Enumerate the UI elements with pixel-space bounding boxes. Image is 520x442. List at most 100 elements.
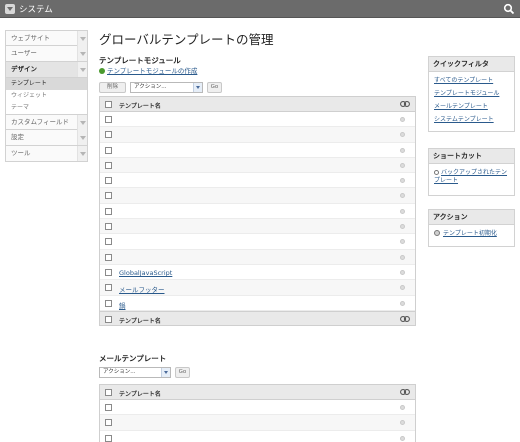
- select-all-checkbox[interactable]: [105, 315, 112, 323]
- sidebar-subitem-templates[interactable]: テンプレート: [5, 78, 88, 90]
- row-checkbox[interactable]: [105, 146, 112, 154]
- row-checkbox[interactable]: [105, 434, 112, 442]
- add-icon: [99, 68, 105, 74]
- table-row: [100, 400, 415, 416]
- table-row: [100, 112, 415, 128]
- status-dot-icon: [400, 208, 405, 214]
- row-checkbox[interactable]: [105, 207, 112, 215]
- action-select-value: アクション...: [134, 84, 167, 90]
- reset-templates-link[interactable]: テンプレート初期化: [429, 230, 514, 238]
- row-checkbox[interactable]: [105, 116, 112, 123]
- column-header-template-name: テンプレート名: [119, 391, 161, 398]
- status-dot-icon: [400, 178, 405, 184]
- table-row: メールフッター: [100, 280, 415, 296]
- status-dot-icon: [400, 420, 405, 426]
- backup-templates-label: バックアップされたテンプレート: [434, 169, 508, 184]
- sidebar-item-label: ウェブサイト: [11, 34, 50, 42]
- status-dot-icon: [400, 224, 405, 230]
- chevron-down-icon[interactable]: [77, 130, 87, 145]
- select-all-checkbox[interactable]: [105, 101, 112, 108]
- link-icon: [400, 101, 410, 107]
- sidebar-item-label: デザイン: [11, 65, 37, 73]
- chevron-down-icon[interactable]: [77, 46, 87, 61]
- status-dot-icon: [400, 193, 405, 199]
- go-button[interactable]: Go: [207, 82, 222, 93]
- row-checkbox[interactable]: [105, 268, 112, 276]
- mail-action-select-value: アクション...: [103, 369, 136, 375]
- mail-go-button[interactable]: Go: [175, 367, 190, 378]
- filter-system-templates-link[interactable]: システムテンプレート: [429, 116, 514, 124]
- filter-template-modules-link[interactable]: テンプレートモジュール: [429, 90, 514, 98]
- row-checkbox[interactable]: [105, 223, 112, 231]
- page-title: グローバルテンプレートの管理: [99, 32, 274, 47]
- widget-title: ショートカット: [429, 149, 514, 164]
- row-checkbox[interactable]: [105, 192, 112, 200]
- modules-table: テンプレート名 GlobalJavaScript メールフッター鍋 テンプレート名: [99, 96, 416, 326]
- chevron-down-icon[interactable]: [77, 115, 87, 130]
- widget-title: アクション: [429, 210, 514, 225]
- sidebar-item-website[interactable]: ウェブサイト: [5, 30, 88, 46]
- delete-button[interactable]: 削除: [99, 82, 126, 93]
- mail-rows: [100, 400, 415, 442]
- status-dot-icon: [400, 435, 405, 441]
- table-row: [100, 219, 415, 235]
- chevron-down-icon[interactable]: [77, 62, 87, 77]
- table-row: [100, 234, 415, 250]
- row-checkbox[interactable]: [105, 299, 112, 307]
- create-module-link[interactable]: テンプレートモジュールの作成: [99, 65, 197, 75]
- row-checkbox[interactable]: [105, 177, 112, 185]
- row-checkbox[interactable]: [105, 284, 112, 292]
- table-row: [100, 415, 415, 431]
- template-name-link[interactable]: GlobalJavaScript: [119, 269, 172, 277]
- sidebar-item-custom-fields[interactable]: カスタムフィールド: [5, 114, 88, 130]
- sidebar-item-settings[interactable]: 設定: [5, 130, 88, 146]
- template-name-link[interactable]: 鍋: [119, 300, 126, 310]
- filter-all-templates-link[interactable]: すべてのテンプレート: [429, 77, 514, 85]
- status-dot-icon: [400, 269, 405, 275]
- sidebar-subitem-themes[interactable]: テーマ: [5, 102, 88, 114]
- link-icon: [400, 315, 410, 322]
- table-header: テンプレート名: [100, 97, 415, 112]
- row-checkbox[interactable]: [105, 131, 112, 139]
- mail-action-select[interactable]: アクション...: [99, 367, 171, 378]
- sidebar-subitem-widgets[interactable]: ウィジェット: [5, 90, 88, 102]
- modules-rows: GlobalJavaScript メールフッター鍋: [100, 112, 415, 311]
- reset-templates-label: テンプレート初期化: [443, 230, 497, 237]
- table-row: [100, 188, 415, 204]
- link-icon: [400, 389, 410, 395]
- chevron-down-icon[interactable]: [77, 31, 87, 46]
- table-row: 鍋: [100, 295, 415, 311]
- status-dot-icon: [400, 405, 405, 410]
- status-dot-icon: [400, 254, 405, 260]
- status-dot-icon: [400, 132, 405, 138]
- table-header: テンプレート名: [100, 385, 415, 400]
- sidebar-item-tools[interactable]: ツール: [5, 146, 88, 162]
- column-header-template-name: テンプレート名: [119, 317, 161, 325]
- menu-dropdown-icon[interactable]: [5, 4, 15, 14]
- chevron-down-icon: [193, 83, 202, 92]
- app-title: システム: [19, 5, 53, 15]
- table-row: [100, 430, 415, 442]
- select-all-checkbox[interactable]: [105, 389, 112, 396]
- action-widget: アクション テンプレート初期化: [428, 209, 515, 247]
- sidebar-item-label: カスタムフィールド: [11, 118, 69, 126]
- table-row: [100, 173, 415, 189]
- action-select[interactable]: アクション...: [130, 82, 203, 93]
- row-checkbox[interactable]: [105, 238, 112, 246]
- top-bar: システム: [0, 0, 520, 18]
- backup-templates-link[interactable]: バックアップされたテンプレート: [429, 169, 514, 185]
- table-row: GlobalJavaScript: [100, 264, 415, 281]
- template-name-link[interactable]: メールフッター: [119, 284, 165, 294]
- sidebar-item-users[interactable]: ユーザー: [5, 46, 88, 62]
- sidebar-item-design[interactable]: デザイン: [5, 62, 88, 78]
- shortcut-widget: ショートカット バックアップされたテンプレート: [428, 148, 515, 196]
- status-dot-icon: [400, 117, 405, 122]
- mail-table: テンプレート名: [99, 384, 416, 442]
- row-checkbox[interactable]: [105, 404, 112, 411]
- row-checkbox[interactable]: [105, 419, 112, 427]
- filter-mail-templates-link[interactable]: メールテンプレート: [429, 103, 514, 111]
- search-icon[interactable]: [503, 3, 515, 15]
- chevron-down-icon[interactable]: [77, 146, 87, 161]
- row-checkbox[interactable]: [105, 253, 112, 261]
- row-checkbox[interactable]: [105, 161, 112, 169]
